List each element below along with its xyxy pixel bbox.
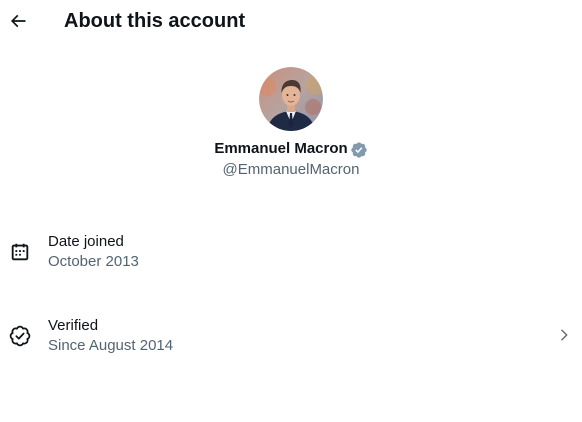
header: About this account	[0, 0, 582, 42]
verified-badge-icon[interactable]	[350, 141, 368, 159]
handle: @EmmanuelMacron	[222, 161, 360, 178]
display-name-row: Emmanuel Macron	[0, 139, 582, 159]
verified-check-icon	[9, 325, 31, 347]
profile-photo	[259, 67, 323, 131]
date-joined-row: Date joined October 2013	[0, 222, 582, 282]
date-joined-label: Date joined	[48, 233, 124, 250]
verified-label: Verified	[48, 317, 99, 334]
verified-value: Since August 2014	[48, 337, 174, 354]
date-joined-value: October 2013	[48, 253, 139, 270]
calendar-icon	[9, 241, 31, 263]
verified-row[interactable]: Verified Since August 2014	[0, 306, 582, 366]
back-button[interactable]	[6, 9, 30, 33]
arrow-left-icon	[10, 14, 26, 28]
page-title: About this account	[64, 10, 246, 32]
display-name: Emmanuel Macron	[214, 140, 348, 157]
chevron-right-icon	[556, 327, 572, 343]
avatar[interactable]	[259, 67, 323, 131]
